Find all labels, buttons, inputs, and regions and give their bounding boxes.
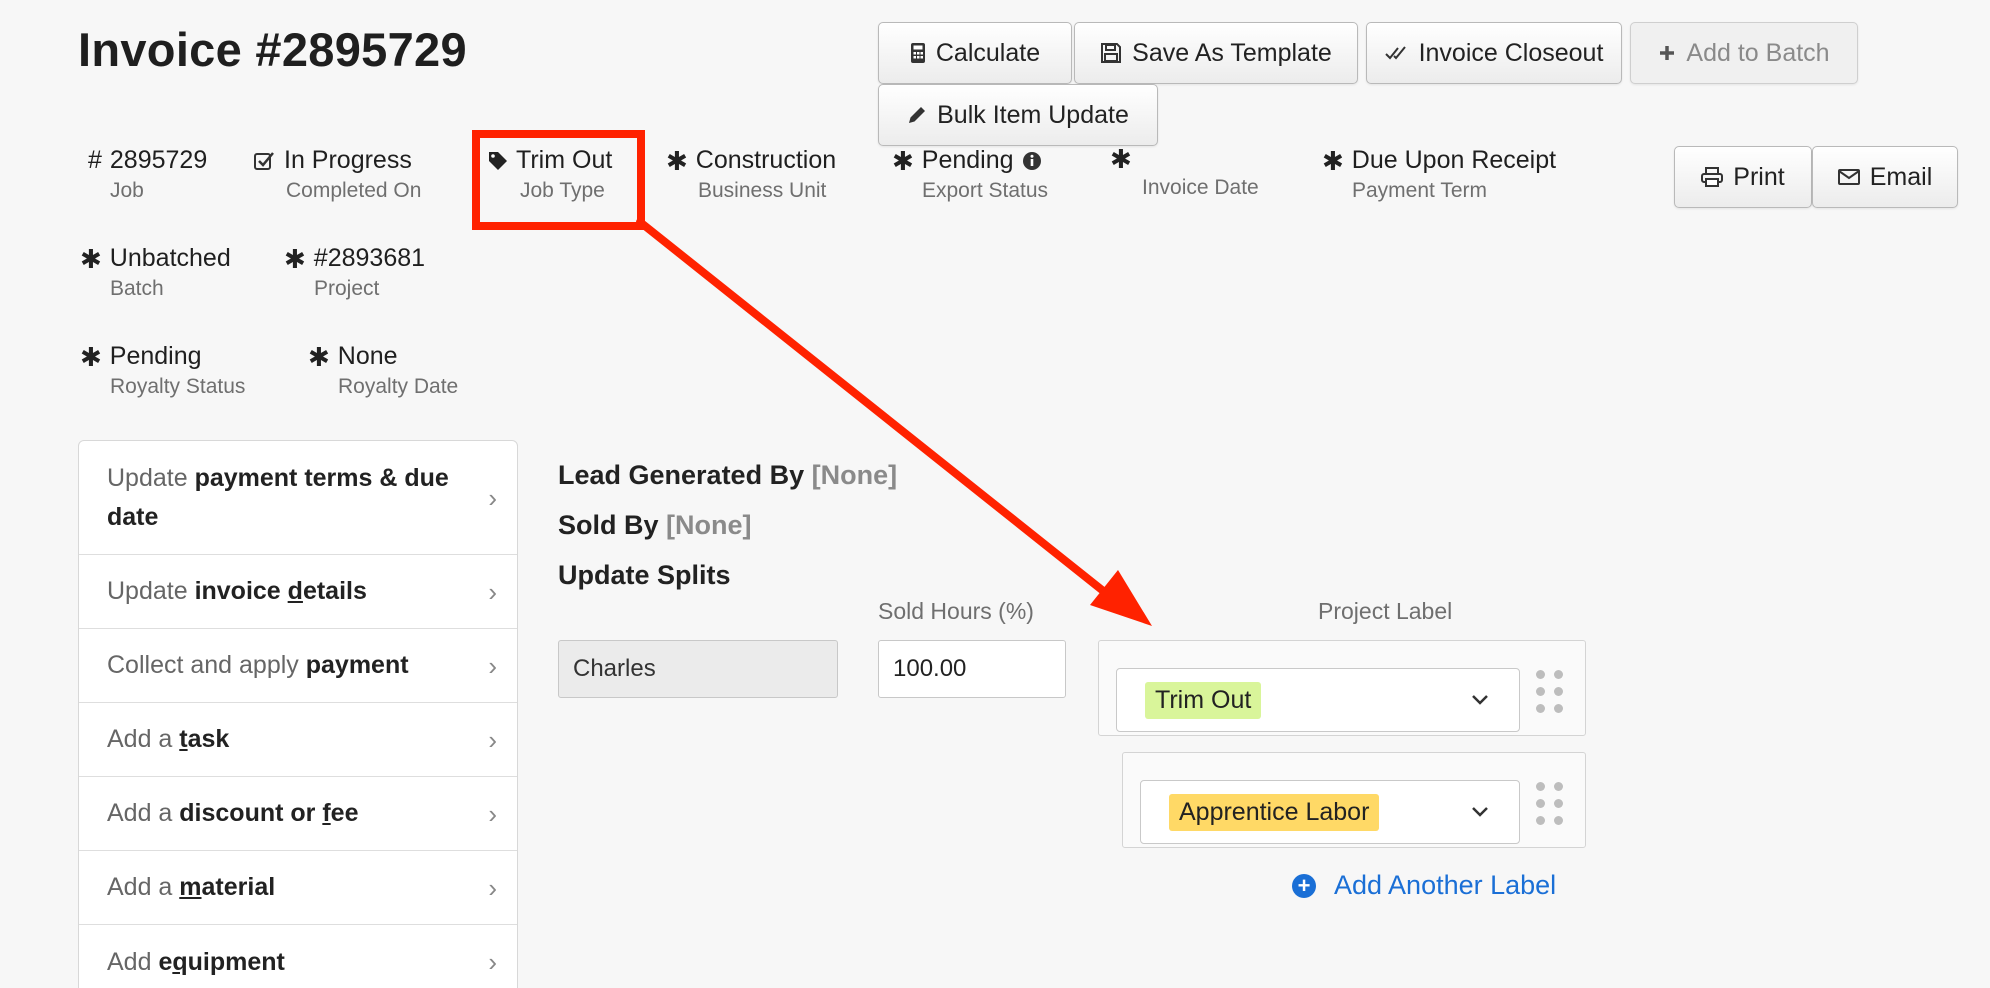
chevron-right-icon: › xyxy=(488,576,497,607)
label-tag: Apprentice Labor xyxy=(1169,793,1380,831)
sold-hours-header: Sold Hours (%) xyxy=(878,598,1034,624)
chevron-down-icon xyxy=(1472,807,1488,817)
chevron-right-icon: › xyxy=(488,482,497,513)
menu-item-add-discount[interactable]: Add a discount or fee › xyxy=(79,777,517,851)
sold-by-value[interactable]: [None] xyxy=(666,510,751,540)
menu-item-invoice-details[interactable]: Update invoice details › xyxy=(79,555,517,629)
add-another-label-link[interactable]: + Add Another Label xyxy=(1292,870,1556,901)
drag-handle-icon[interactable] xyxy=(1536,670,1564,713)
chevron-right-icon: › xyxy=(488,724,497,755)
menu-item-label: Add a material xyxy=(107,873,276,902)
add-another-label-text: Add Another Label xyxy=(1334,870,1557,900)
menu-item-label: Add equipment xyxy=(107,947,285,976)
menu-item-collect-payment[interactable]: Collect and apply payment › xyxy=(79,629,517,703)
side-menu: Update payment terms & due date › Update… xyxy=(78,440,518,988)
sold-by-label: Sold By xyxy=(558,510,659,540)
project-label-select[interactable]: Trim Out xyxy=(1116,668,1520,732)
menu-item-add-equipment[interactable]: Add equipment › xyxy=(79,925,517,988)
sold-hours-input[interactable]: 100.00 xyxy=(878,640,1066,698)
chevron-right-icon: › xyxy=(488,946,497,977)
update-splits-heading: Update Splits xyxy=(558,560,731,590)
menu-item-label: Update payment terms & due date xyxy=(107,463,449,531)
chevron-right-icon: › xyxy=(488,798,497,829)
project-label-select[interactable]: Apprentice Labor xyxy=(1140,780,1520,844)
plus-circle-icon: + xyxy=(1292,873,1316,898)
sold-by: Sold By [None] xyxy=(558,510,752,541)
project-label-header: Project Label xyxy=(1318,598,1453,624)
drag-handle-icon[interactable] xyxy=(1536,782,1564,825)
chevron-right-icon: › xyxy=(488,650,497,681)
menu-item-label: Add a task xyxy=(107,725,230,754)
menu-item-add-material[interactable]: Add a material › xyxy=(79,851,517,925)
label-tag: Trim Out xyxy=(1145,681,1262,719)
menu-item-label: Update invoice details xyxy=(107,577,367,606)
lead-generated-value[interactable]: [None] xyxy=(812,460,897,490)
menu-item-add-task[interactable]: Add a task › xyxy=(79,703,517,777)
lead-generated-by: Lead Generated By [None] xyxy=(558,460,897,491)
chevron-down-icon xyxy=(1472,695,1488,705)
menu-item-label: Collect and apply payment xyxy=(107,651,409,680)
menu-item-payment-terms[interactable]: Update payment terms & due date › xyxy=(79,441,517,555)
technician-field: Charles xyxy=(558,640,838,698)
chevron-right-icon: › xyxy=(488,872,497,903)
lead-generated-label: Lead Generated By xyxy=(558,460,805,490)
menu-item-label: Add a discount or fee xyxy=(107,799,359,828)
